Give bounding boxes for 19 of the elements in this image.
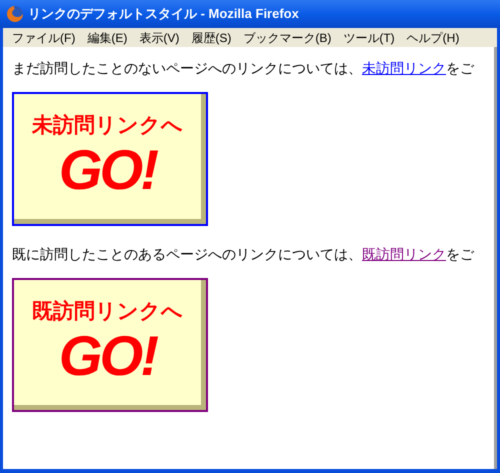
menu-item[interactable]: ヘルプ(H) — [402, 32, 464, 44]
banner-link[interactable]: 既訪問リンクへ GO! — [12, 278, 208, 412]
paragraph: 既に訪問したことのあるページへのリンクについては、既訪問リンク をご — [12, 245, 476, 264]
paragraph: まだ訪問したことのないページへのリンクについては、未訪問リンク をご — [12, 59, 476, 78]
menu-item[interactable]: 履歴(S) — [186, 32, 236, 44]
menu-item[interactable]: ブックマーク(B) — [238, 32, 336, 44]
banner-link[interactable]: 未訪問リンクへ GO! — [12, 92, 208, 226]
menu-item[interactable]: ツール(T) — [338, 32, 400, 44]
text-link[interactable]: 既訪問リンク — [362, 246, 446, 262]
banner-caption: 既訪問リンクへ — [32, 301, 183, 322]
menu-item[interactable]: 表示(V) — [134, 32, 184, 44]
text-link[interactable]: 未訪問リンク — [362, 60, 446, 76]
banner-caption: 未訪問リンクへ — [32, 115, 183, 136]
banner-go-text: GO! — [58, 142, 156, 198]
window-title: リンクのデフォルトスタイル - Mozilla Firefox — [28, 5, 299, 24]
banner-go-text: GO! — [58, 328, 156, 384]
menu-item[interactable]: ファイル(F) — [7, 32, 80, 44]
menu-item[interactable]: 編集(E) — [82, 32, 132, 44]
browser-logo-icon — [6, 5, 24, 23]
